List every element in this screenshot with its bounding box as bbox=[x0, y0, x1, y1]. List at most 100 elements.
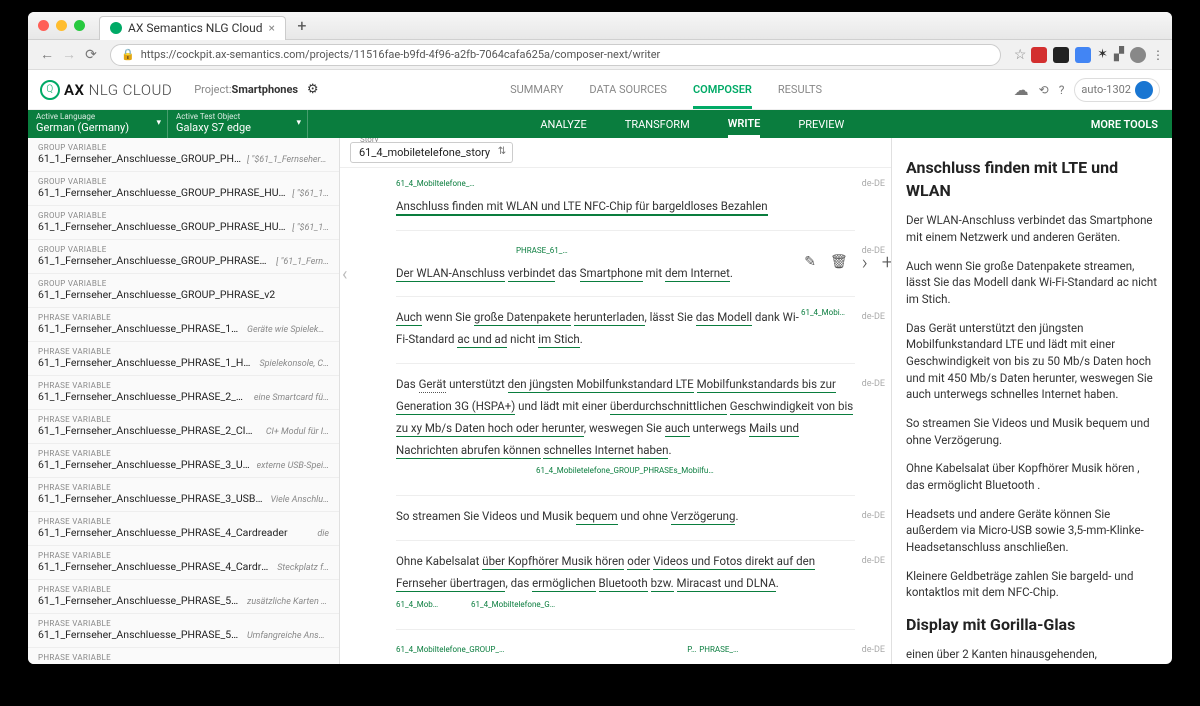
language-selector[interactable]: Active Language German (Germany) ▾ bbox=[28, 110, 168, 138]
tab-title: AX Semantics NLG Cloud bbox=[128, 21, 263, 35]
gear-icon[interactable]: ⚙ bbox=[307, 82, 319, 97]
address-field[interactable]: 🔒 https://cockpit.ax-semantics.com/proje… bbox=[110, 44, 1001, 66]
sidebar-item[interactable]: PHRASE VARIABLE61_1_Fernseher_Anschluess… bbox=[28, 410, 339, 444]
nav-summary[interactable]: SUMMARY bbox=[510, 83, 563, 97]
extension-icon[interactable]: ▞ bbox=[1114, 47, 1124, 62]
subnav-transform[interactable]: TRANSFORM bbox=[625, 118, 690, 131]
subnav-analyze[interactable]: ANALYZE bbox=[540, 118, 586, 131]
url-bar: ← → ⟳ 🔒 https://cockpit.ax-semantics.com… bbox=[28, 40, 1172, 70]
annotation: P… bbox=[687, 645, 696, 654]
story-block[interactable]: de-DE PHRASE_61_… Der WLAN-Anschluss ver… bbox=[396, 241, 855, 285]
more-tools-button[interactable]: MORE TOOLS bbox=[1077, 118, 1172, 131]
sidebar-item-preview: Umfangreiche Ansc… bbox=[247, 631, 329, 641]
prev-page-icon[interactable]: ‹ bbox=[342, 264, 347, 285]
preview-paragraph: einen über 2 Kanten hinausgehenden, abge… bbox=[906, 646, 1158, 664]
story-value: 61_4_mobiletelefone_story bbox=[359, 146, 490, 159]
editor[interactable]: ‹ ✎ 🗑 › + de-DE 61_4_Mobiltelefone_… Ans… bbox=[340, 168, 891, 664]
sidebar-item[interactable]: PHRASE VARIABLE61_1_Fernseher_Anschluess… bbox=[28, 648, 339, 664]
story-block[interactable]: de-DE Das Gerät unterstützt den jüngsten… bbox=[396, 374, 855, 483]
sidebar-item[interactable]: PHRASE VARIABLE61_1_Fernseher_Anschluess… bbox=[28, 308, 339, 342]
test-object-selector[interactable]: Active Test Object Galaxy S7 edge ▾ bbox=[168, 110, 308, 138]
sidebar-item[interactable]: PHRASE VARIABLE61_1_Fernseher_Anschluess… bbox=[28, 478, 339, 512]
phrase[interactable]: Anschluss finden mit WLAN und LTE NFC-Ch… bbox=[396, 199, 768, 216]
sidebar-item[interactable]: PHRASE VARIABLE61_1_Fernseher_Anschluess… bbox=[28, 342, 339, 376]
refresh-icon[interactable]: ⟲ bbox=[1039, 83, 1049, 97]
sidebar-item-category: PHRASE VARIABLE bbox=[38, 381, 248, 390]
avatar bbox=[1135, 81, 1153, 99]
sidebar-item[interactable]: PHRASE VARIABLE61_1_Fernseher_Anschluess… bbox=[28, 444, 339, 478]
reload-button[interactable]: ⟳ bbox=[80, 47, 102, 63]
subnav-write[interactable]: WRITE bbox=[728, 117, 761, 138]
back-button[interactable]: ← bbox=[36, 46, 58, 63]
annotation: 61_4_Mobiltelefone_… bbox=[396, 179, 475, 188]
nav-results[interactable]: RESULTS bbox=[778, 83, 822, 97]
logo-icon: Q bbox=[40, 80, 60, 100]
profile-icon[interactable] bbox=[1130, 47, 1146, 63]
story-block[interactable]: de-DE 61_4_Mobiltelefone_… Anschluss fin… bbox=[396, 174, 855, 218]
extension-icon[interactable] bbox=[1031, 47, 1047, 63]
locale-badge: de-DE bbox=[862, 553, 885, 570]
close-window[interactable] bbox=[38, 20, 49, 31]
sidebar-item[interactable]: GROUP VARIABLE61_1_Fernseher_Anschluesse… bbox=[28, 240, 339, 274]
sidebar-item[interactable]: PHRASE VARIABLE61_1_Fernseher_Anschluess… bbox=[28, 580, 339, 614]
annotation: 61_4_Mobi… bbox=[801, 305, 845, 320]
sidebar-item-name: 61_1_Fernseher_Anschluesse_PHRASE_1_HDMI bbox=[38, 322, 241, 335]
nav-composer[interactable]: COMPOSER bbox=[693, 83, 752, 109]
project-name: Smartphones bbox=[232, 83, 299, 96]
story-selector[interactable]: 61_4_mobiletelefone_story bbox=[350, 142, 513, 163]
sidebar-item-preview: Steckplatz f… bbox=[277, 563, 329, 573]
sidebar-item-preview: [ "61_1_Fern… bbox=[276, 257, 329, 267]
project-indicator[interactable]: Project:Smartphones ⚙ bbox=[194, 82, 318, 97]
sidebar-item[interactable]: PHRASE VARIABLE61_1_Fernseher_Anschluess… bbox=[28, 614, 339, 648]
preview-paragraph: Kleinere Geldbeträge zahlen Sie bargeld-… bbox=[906, 568, 1158, 601]
top-nav: SUMMARY DATA SOURCES COMPOSER RESULTS bbox=[510, 83, 822, 97]
story-block[interactable]: de-DE Ohne Kabelsalat über Kopfhörer Mus… bbox=[396, 551, 855, 617]
nav-data-sources[interactable]: DATA SOURCES bbox=[589, 83, 667, 97]
sidebar-item-category: PHRASE VARIABLE bbox=[38, 449, 251, 458]
locale-badge: de-DE bbox=[862, 642, 885, 659]
sidebar-item[interactable]: GROUP VARIABLE61_1_Fernseher_Anschluesse… bbox=[28, 138, 339, 172]
preview-paragraph: Ohne Kabelsalat über Kopfhörer Musik hör… bbox=[906, 460, 1158, 493]
sidebar-item-name: 61_1_Fernseher_Anschluesse_PHRASE_3_USB_… bbox=[38, 492, 265, 505]
extension-icon[interactable] bbox=[1075, 47, 1091, 63]
sidebar-item-category: GROUP VARIABLE bbox=[38, 177, 286, 186]
subnav-preview[interactable]: PREVIEW bbox=[798, 118, 844, 131]
window-titlebar: AX Semantics NLG Cloud × + bbox=[28, 12, 1172, 40]
new-tab-button[interactable]: + bbox=[292, 16, 312, 35]
story-block[interactable]: de-DE 61_4_Mobiltelefone_GROUP_… P… PHRA… bbox=[396, 640, 855, 664]
preview-paragraph: Headsets und andere Geräte können Sie au… bbox=[906, 506, 1158, 556]
browser-tab[interactable]: AX Semantics NLG Cloud × bbox=[99, 16, 286, 40]
sidebar-item-category: PHRASE VARIABLE bbox=[38, 313, 241, 322]
locale-badge: de-DE bbox=[862, 243, 885, 260]
sidebar-item-preview: [ "$61_1_Fernseher_A… bbox=[247, 155, 329, 165]
preview-pane[interactable]: Anschluss finden mit LTE und WLAN Der WL… bbox=[892, 138, 1172, 664]
maximize-window[interactable] bbox=[74, 20, 85, 31]
sidebar-item[interactable]: GROUP VARIABLE61_1_Fernseher_Anschluesse… bbox=[28, 172, 339, 206]
sidebar-item[interactable]: PHRASE VARIABLE61_1_Fernseher_Anschluess… bbox=[28, 512, 339, 546]
close-tab-icon[interactable]: × bbox=[269, 21, 275, 35]
forward-button[interactable]: → bbox=[58, 46, 80, 63]
sidebar-item-name: 61_1_Fernseher_Anschluesse_GROUP_PHRASE_… bbox=[38, 254, 270, 267]
sidebar-item[interactable]: GROUP VARIABLE61_1_Fernseher_Anschluesse… bbox=[28, 206, 339, 240]
story-block[interactable]: de-DE So streamen Sie Videos und Musik b… bbox=[396, 506, 855, 528]
bookmark-icon[interactable]: ☆ bbox=[1009, 47, 1031, 63]
user-chip[interactable]: auto-1302 bbox=[1074, 78, 1160, 102]
sidebar-item[interactable]: GROUP VARIABLE61_1_Fernseher_Anschluesse… bbox=[28, 274, 339, 308]
help-icon[interactable]: ? bbox=[1059, 83, 1065, 97]
annotation: PHRASE_61_… bbox=[516, 246, 568, 255]
story-block[interactable]: de-DE 61_4_Mobi… Auch wenn Sie große Dat… bbox=[396, 307, 855, 351]
cloud-icon[interactable]: ☁ bbox=[1014, 81, 1029, 99]
sidebar-item[interactable]: PHRASE VARIABLE61_1_Fernseher_Anschluess… bbox=[28, 376, 339, 410]
menu-icon[interactable]: ⋮ bbox=[1152, 48, 1164, 62]
sidebar-item-preview: [ "$61_1… bbox=[292, 223, 329, 233]
sidebar[interactable]: GROUP VARIABLE 61_1_Fernseher_Anschluesse… bbox=[28, 138, 340, 664]
extension-icon[interactable]: ✶ bbox=[1097, 47, 1108, 62]
minimize-window[interactable] bbox=[56, 20, 67, 31]
sidebar-item-category: PHRASE VARIABLE bbox=[38, 347, 253, 356]
preview-paragraph: Auch wenn Sie große Datenpakete streamen… bbox=[906, 258, 1158, 308]
locale-badge: de-DE bbox=[862, 508, 885, 525]
extension-icon[interactable] bbox=[1053, 47, 1069, 63]
locale-badge: de-DE bbox=[862, 376, 885, 393]
logo[interactable]: Q AX NLG CLOUD bbox=[40, 80, 172, 100]
sidebar-item[interactable]: PHRASE VARIABLE61_1_Fernseher_Anschluess… bbox=[28, 546, 339, 580]
